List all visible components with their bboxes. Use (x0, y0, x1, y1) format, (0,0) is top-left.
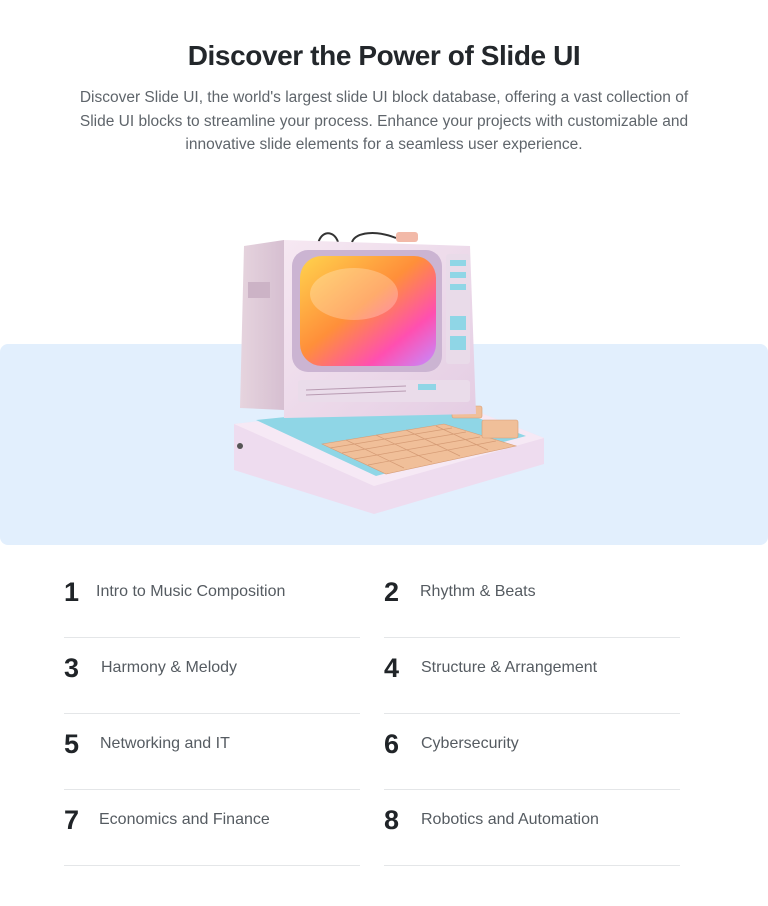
list-item[interactable]: 2 Rhythm & Beats (384, 562, 680, 638)
topic-label: Economics and Finance (99, 811, 270, 828)
topic-label: Rhythm & Beats (420, 583, 536, 600)
list-item[interactable]: 6 Cybersecurity (384, 714, 680, 790)
topic-label: Harmony & Melody (101, 659, 238, 676)
topic-number: 6 (384, 729, 400, 759)
topic-number: 3 (64, 653, 80, 683)
list-item[interactable]: 4 Structure & Arrangement (384, 638, 680, 714)
topic-label: Networking and IT (100, 735, 230, 752)
topic-label: Cybersecurity (421, 735, 519, 752)
topic-number: 7 (64, 805, 80, 835)
topic-number: 2 (384, 577, 400, 607)
topic-label: Robotics and Automation (421, 811, 599, 828)
topic-label: Structure & Arrangement (421, 659, 598, 676)
topic-number: 5 (64, 729, 80, 759)
list-item[interactable]: 5 Networking and IT (64, 714, 360, 790)
list-item[interactable]: 3 Harmony & Melody (64, 638, 360, 714)
topic-label: Intro to Music Composition (96, 583, 286, 600)
list-item[interactable]: 8 Robotics and Automation (384, 790, 680, 866)
topic-list: 1 Intro to Music Composition 2 Rhythm & … (0, 0, 768, 906)
list-item[interactable]: 1 Intro to Music Composition (64, 562, 360, 638)
topic-number: 8 (384, 805, 400, 835)
list-item[interactable]: 7 Economics and Finance (64, 790, 360, 866)
topic-number: 1 (64, 577, 80, 607)
topic-number: 4 (384, 653, 400, 683)
